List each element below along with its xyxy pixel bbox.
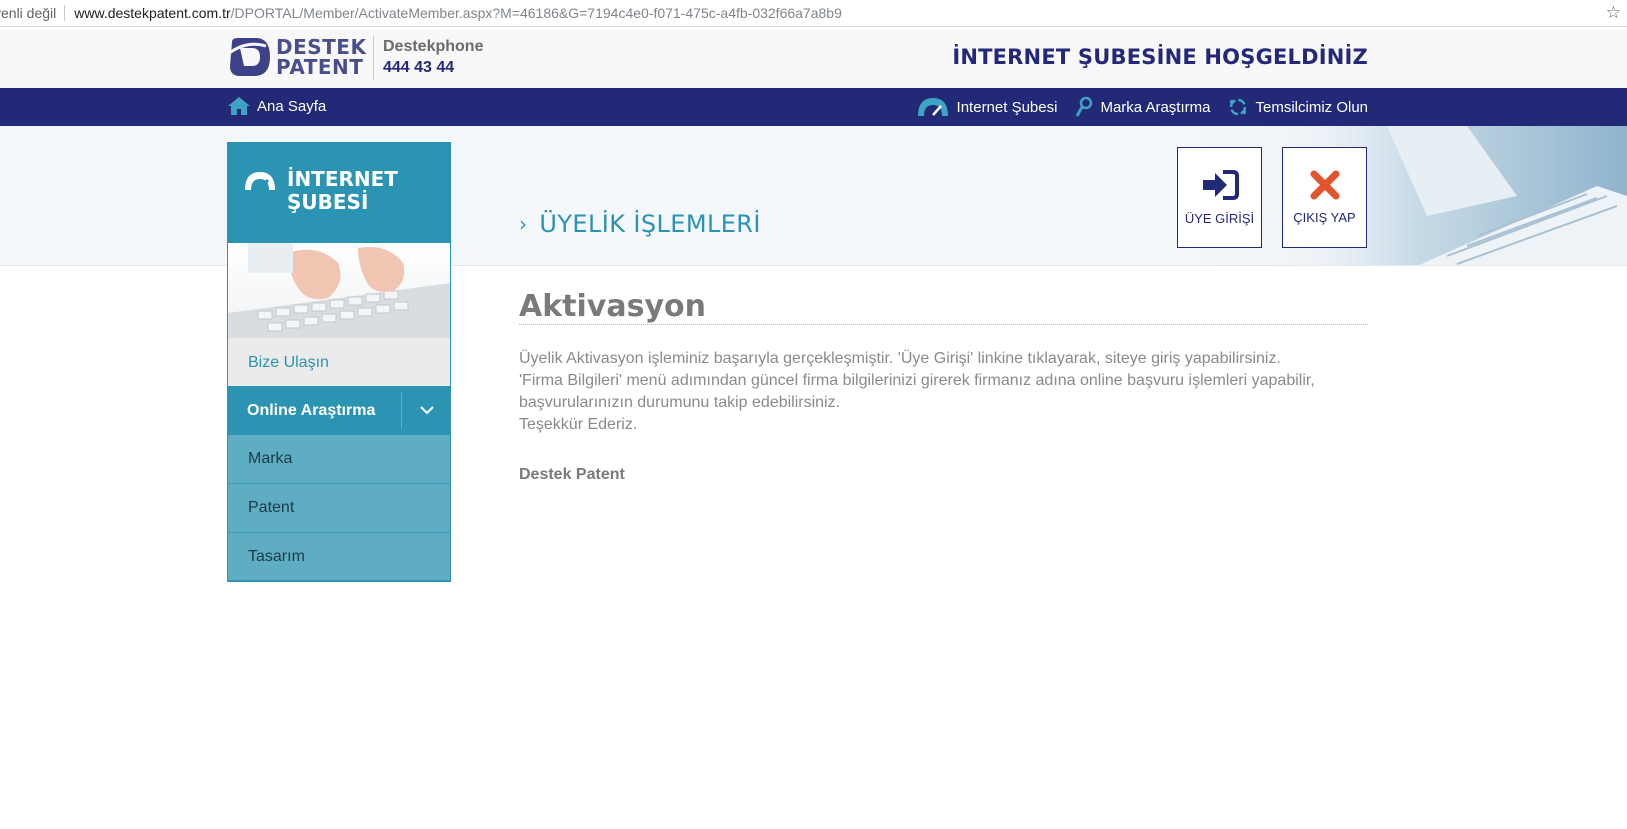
handshake-icon bbox=[1230, 98, 1247, 116]
url-path[interactable]: /DPORTAL/Member/ActivateMember.aspx?M=46… bbox=[231, 5, 842, 21]
welcome-title: İNTERNET ŞUBESİNE HOŞGELDİNİZ bbox=[952, 45, 1368, 69]
dashboard-icon bbox=[917, 98, 948, 116]
sidebar-title-line1: İNTERNET bbox=[287, 167, 398, 191]
security-label[interactable]: venli değil bbox=[0, 5, 56, 21]
phone-block: Destekphone 444 43 44 bbox=[383, 38, 483, 77]
message-line-3: başvurularınızın durumunu takip edebilir… bbox=[519, 394, 841, 411]
nav-right: Internet Şubesi Marka Araştırma Temsilci… bbox=[916, 96, 1368, 118]
activation-message: Üyelik Aktivasyon işleminiz başarıyla ge… bbox=[519, 348, 1379, 436]
site-logo[interactable]: DESTEK PATENT bbox=[226, 36, 366, 78]
header-divider bbox=[373, 36, 374, 80]
home-icon bbox=[228, 97, 250, 115]
dashboard-icon bbox=[245, 172, 275, 190]
logo-line-patent: PATENT bbox=[276, 55, 364, 79]
chevron-down-icon[interactable] bbox=[401, 392, 451, 429]
signature: Destek Patent bbox=[519, 466, 625, 483]
keyboard-illustration bbox=[228, 243, 450, 338]
login-button[interactable]: ÜYE GİRİŞİ bbox=[1177, 147, 1262, 248]
login-label: ÜYE GİRİŞİ bbox=[1184, 211, 1255, 226]
nav-marka-arastirma[interactable]: Marka Araştırma bbox=[1075, 96, 1210, 118]
title-divider bbox=[519, 324, 1368, 325]
sidebar-item-contact[interactable]: Bize Ulaşın bbox=[227, 338, 451, 386]
star-icon[interactable]: ☆ bbox=[1606, 3, 1621, 23]
phone-label: Destekphone bbox=[383, 38, 484, 55]
nav-temsilcimiz-olun-label: Temsilcimiz Olun bbox=[1255, 98, 1368, 116]
page-section-title: › ÜYELİK İŞLEMLERİ bbox=[519, 210, 761, 238]
page-title: Aktivasyon bbox=[519, 289, 706, 324]
close-icon bbox=[1310, 170, 1339, 200]
nav-internet-subesi[interactable]: Internet Şubesi bbox=[916, 96, 1058, 118]
nav-internet-subesi-label: Internet Şubesi bbox=[956, 98, 1058, 116]
nav-marka-arastirma-label: Marka Araştırma bbox=[1100, 98, 1211, 116]
message-line-2: 'Firma Bilgileri' menü adımından güncel … bbox=[519, 372, 1315, 389]
sidebar-item-marka[interactable]: Marka bbox=[227, 435, 451, 484]
online-research-label: Online Araştırma bbox=[247, 401, 376, 419]
sidebar: İNTERNET ŞUBESİ Bize Ulaşın Online Araşt… bbox=[227, 142, 451, 582]
message-line-4: Teşekkür Ederiz. bbox=[519, 416, 638, 433]
phone-number[interactable]: 444 43 44 bbox=[383, 59, 483, 77]
message-line-1: Üyelik Aktivasyon işleminiz başarıyla ge… bbox=[519, 350, 1281, 367]
nav-home-label: Ana Sayfa bbox=[257, 97, 327, 115]
logout-button[interactable]: ÇIKIŞ YAP bbox=[1282, 147, 1367, 248]
logout-label: ÇIKIŞ YAP bbox=[1293, 210, 1356, 225]
nav-home[interactable]: Ana Sayfa bbox=[227, 96, 326, 116]
sidebar-item-tasarim[interactable]: Tasarım bbox=[227, 533, 451, 582]
section-title-text: ÜYELİK İŞLEMLERİ bbox=[539, 210, 761, 238]
logo-mark-icon bbox=[227, 38, 270, 76]
typing-hands-image bbox=[227, 243, 451, 338]
nav-temsilcimiz-olun[interactable]: Temsilcimiz Olun bbox=[1228, 97, 1368, 117]
sidebar-item-patent[interactable]: Patent bbox=[227, 484, 451, 533]
url-host[interactable]: www.destekpatent.com.tr bbox=[74, 5, 230, 21]
sidebar-header: İNTERNET ŞUBESİ bbox=[227, 142, 451, 243]
address-bar[interactable]: venli değil www.destekpatent.com.tr/DPOR… bbox=[0, 0, 1627, 27]
chevron-right-icon: › bbox=[519, 212, 528, 236]
sidebar-title-line2: ŞUBESİ bbox=[287, 190, 369, 214]
logo-text: DESTEK PATENT bbox=[276, 37, 366, 77]
sidebar-item-online-research[interactable]: Online Araştırma bbox=[227, 386, 451, 435]
logo-line-destek: DESTEK bbox=[276, 35, 367, 59]
main-nav: Ana Sayfa Internet Şubesi Marka Araştırm… bbox=[0, 88, 1627, 126]
login-icon bbox=[1202, 170, 1239, 200]
address-divider bbox=[64, 5, 66, 21]
search-icon bbox=[1076, 96, 1093, 117]
